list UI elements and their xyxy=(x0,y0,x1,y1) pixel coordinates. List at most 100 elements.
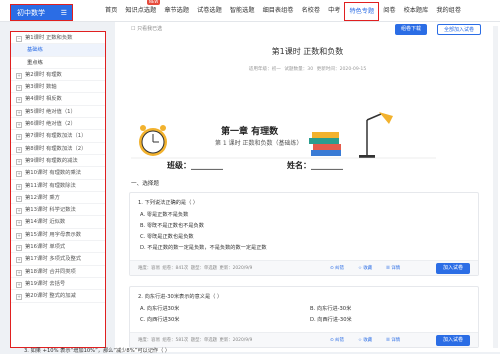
download-paper-button[interactable]: 组卷下载 xyxy=(395,24,428,35)
nav-item-label: 细目表组卷 xyxy=(262,7,294,14)
sidebar-item-label: 基础练 xyxy=(27,47,43,54)
expand-icon[interactable]: + xyxy=(16,158,22,165)
expand-icon[interactable]: + xyxy=(16,146,22,153)
sidebar-item[interactable]: + 第19课时 去括号 xyxy=(11,278,105,291)
nav-item[interactable]: 试卷选题 xyxy=(193,0,226,22)
sidebar-item[interactable]: + 第3课时 数轴 xyxy=(11,81,105,94)
menu-icon: ☰ xyxy=(60,9,67,17)
add-to-paper-button[interactable]: 加入试卷 xyxy=(436,263,470,274)
books-icon xyxy=(309,132,341,156)
question-card: 1. 下列说法正确的是（ ） A. 零是正数不是负数 B. 零既不是正数也不是负… xyxy=(129,192,479,276)
sidebar-item[interactable]: + 第14课时 近似数 xyxy=(11,216,105,229)
sidebar-item[interactable]: + 第20课时 整式的加减 xyxy=(11,290,105,303)
expand-icon[interactable]: + xyxy=(16,183,22,190)
report-error-link[interactable]: ⊙ 纠错 xyxy=(330,265,344,271)
paper-panel: ☐ 只看我已选 组卷下载 全部加入试卷 第1课时 正数和负数 适用年级：初一 试… xyxy=(115,22,500,352)
expand-icon[interactable]: + xyxy=(16,171,22,178)
nav-item[interactable]: 阅卷 xyxy=(379,0,399,22)
sidebar-item-label: 第8课时 有理数加法（2） xyxy=(25,145,87,152)
question-option: A. 向东行进30米 xyxy=(140,306,180,312)
sidebar-item[interactable]: + 第9课时 有理数的减法 xyxy=(11,155,105,168)
details-label: 详情 xyxy=(391,266,401,271)
sidebar-item[interactable]: + 第6课时 绝对值（2） xyxy=(11,118,105,131)
nav-item[interactable]: 细目表组卷 xyxy=(259,0,298,22)
name-field: 姓名：________ xyxy=(287,161,343,170)
favorite-link[interactable]: ☆ 收藏 xyxy=(358,337,372,343)
add-all-button[interactable]: 全部加入试卷 xyxy=(437,24,482,35)
nav-item[interactable]: 名校卷 xyxy=(298,0,325,22)
sidebar-item-label: 第20课时 整式的加减 xyxy=(25,293,76,300)
expand-icon[interactable]: + xyxy=(16,245,22,252)
question-option: B. 零既不是正数也不是负数 xyxy=(140,223,204,229)
subject-selector[interactable]: 初中数学 ☰ xyxy=(10,4,73,21)
nav-item[interactable]: 特色专题 xyxy=(344,2,380,21)
expand-icon[interactable]: + xyxy=(16,257,22,264)
scrollbar[interactable] xyxy=(493,26,498,348)
expand-icon[interactable]: + xyxy=(16,269,22,276)
expand-icon[interactable]: + xyxy=(16,195,22,202)
nav-item[interactable]: 我的组卷 xyxy=(432,0,465,22)
expand-icon[interactable]: + xyxy=(16,232,22,239)
sidebar-item[interactable]: − 第1课时 正数和负数 xyxy=(11,32,105,45)
sidebar-item[interactable]: + 第4课时 相反数 xyxy=(11,93,105,106)
add-to-paper-button[interactable]: 加入试卷 xyxy=(436,335,470,346)
nav-item[interactable]: 中考 xyxy=(324,0,344,22)
sidebar-item-label: 重点练 xyxy=(27,59,43,66)
expand-icon[interactable]: + xyxy=(16,122,22,129)
sidebar-item[interactable]: + 第13课时 科学记数法 xyxy=(11,204,105,217)
sidebar-item-label: 第17课时 多项式及整式 xyxy=(25,256,82,263)
class-field: 班级：________ xyxy=(167,161,223,170)
nav-item[interactable]: 章节选题 xyxy=(160,0,193,22)
sidebar-item-label: 第12课时 乘方 xyxy=(25,194,60,201)
expand-icon[interactable]: + xyxy=(16,220,22,227)
expand-icon[interactable]: + xyxy=(16,294,22,301)
sidebar-item-label: 第6课时 绝对值（2） xyxy=(25,121,76,128)
collapse-icon[interactable]: − xyxy=(16,36,22,42)
details-link[interactable]: ☰ 详情 xyxy=(386,337,400,343)
nav-item[interactable]: 校本题库 xyxy=(400,0,433,22)
only-selected-checkbox[interactable]: ☐ 只看我已选 xyxy=(131,25,162,32)
sidebar-item[interactable]: + 第2课时 有理数 xyxy=(11,69,105,82)
sidebar-item-label: 第5课时 绝对值（1） xyxy=(25,108,76,115)
sidebar-item[interactable]: + 第18课时 合并同类项 xyxy=(11,266,105,278)
nav-item[interactable]: 知识点选题 NEW xyxy=(121,0,161,22)
sidebar-item[interactable]: + 第5课时 绝对值（1） xyxy=(11,106,105,119)
sidebar-item-label: 第11课时 有理数除法 xyxy=(25,182,76,189)
expand-icon[interactable]: + xyxy=(16,85,22,92)
sidebar-item[interactable]: + 第12课时 乘方 xyxy=(11,192,105,205)
paper-meta: 适用年级：初一 试题数量：30 更新时间：2020-09-15 xyxy=(248,67,367,72)
sidebar-item[interactable]: + 第8课时 有理数加法（2） xyxy=(11,143,105,155)
main-nav: 首页 知识点选题 NEW 章节选题 试卷选题 智能选题 细目表组卷 名校卷 中考 特色专题 阅卷 校本… xyxy=(101,0,465,22)
desk-lamp-icon xyxy=(359,112,393,158)
sidebar-item-label: 第4课时 相反数 xyxy=(25,96,62,103)
top-navigation-bar: 初中数学 ☰ 首页 知识点选题 NEW 章节选题 试卷选题 智能选题 细目表组卷 名校卷 中考 特… xyxy=(0,0,500,22)
nav-item-label: 阅卷 xyxy=(383,7,396,14)
sidebar-item-label: 第9课时 有理数的减法 xyxy=(25,157,78,164)
nav-item-label: 校本题库 xyxy=(403,7,429,14)
report-error-link[interactable]: ⊙ 纠错 xyxy=(330,337,344,343)
sidebar-subitem[interactable]: 基础练 xyxy=(11,44,105,57)
section-title: 一、选择题 xyxy=(131,181,159,187)
question-option: A. 零是正数不是负数 xyxy=(140,212,189,218)
details-link[interactable]: ☰ 详情 xyxy=(386,265,400,271)
nav-item[interactable]: 智能选题 xyxy=(226,0,259,22)
sidebar-item[interactable]: + 第11课时 有理数除法 xyxy=(11,180,105,192)
sidebar-item[interactable]: + 第7课时 有理数加法（1） xyxy=(11,130,105,143)
nav-item[interactable]: 首页 xyxy=(101,0,121,22)
expand-icon[interactable]: + xyxy=(16,208,22,215)
expand-icon[interactable]: + xyxy=(16,97,22,104)
sidebar-item[interactable]: + 第17课时 多项式及整式 xyxy=(11,253,105,266)
sidebar-item[interactable]: + 第15课时 用字母表示数 xyxy=(11,229,105,242)
sidebar-item[interactable]: + 第16课时 单项式 xyxy=(11,241,105,254)
expand-icon[interactable]: + xyxy=(16,134,22,141)
expand-icon[interactable]: + xyxy=(16,281,22,288)
question-stem: 1. 下列说法正确的是（ ） xyxy=(138,200,199,206)
sidebar-subitem[interactable]: 重点练 xyxy=(11,57,105,69)
sidebar-item[interactable]: + 第10课时 有理数的乘法 xyxy=(11,167,105,180)
expand-icon[interactable]: + xyxy=(16,72,22,79)
expand-icon[interactable]: + xyxy=(16,109,22,116)
lesson-heading: 第 1 课时 正数和负数（基础练） xyxy=(215,140,303,147)
favorite-label: 收藏 xyxy=(363,266,373,271)
paper-toolbar: ☐ 只看我已选 组卷下载 全部加入试卷 xyxy=(115,22,500,38)
favorite-link[interactable]: ☆ 收藏 xyxy=(358,265,372,271)
